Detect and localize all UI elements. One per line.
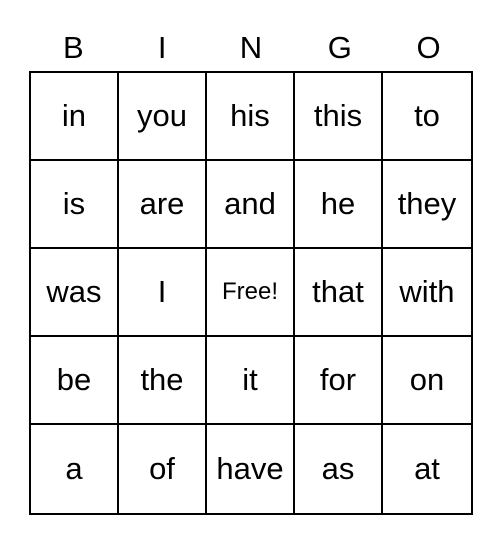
header-letter-i: I (157, 30, 167, 65)
bingo-cell: was (31, 249, 119, 337)
bingo-cell: for (295, 337, 383, 425)
bingo-cell: have (207, 425, 295, 513)
bingo-cell: be (31, 337, 119, 425)
bingo-cell: his (207, 73, 295, 161)
bingo-cell: a (31, 425, 119, 513)
bingo-cell: the (119, 337, 207, 425)
bingo-grid: in you his this to is are and he they wa… (29, 71, 473, 515)
bingo-cell: he (295, 161, 383, 249)
bingo-cell: to (383, 73, 471, 161)
header-letter-g: G (327, 30, 352, 65)
bingo-cell: at (414, 451, 440, 486)
bingo-cell: in (31, 73, 119, 161)
bingo-cell: this (295, 73, 383, 161)
bingo-cell: you (119, 73, 207, 161)
bingo-header: B I N G O (29, 28, 473, 68)
bingo-cell: I (119, 249, 207, 337)
bingo-cell: it (207, 337, 295, 425)
bingo-cell: they (383, 161, 471, 249)
bingo-cell: of (119, 425, 207, 513)
bingo-cell: and (207, 161, 295, 249)
bingo-cell: as (295, 425, 383, 513)
bingo-cell: is (31, 161, 119, 249)
header-letter-b: B (63, 30, 84, 65)
bingo-cell: on (383, 337, 471, 425)
bingo-cell: that (295, 249, 383, 337)
bingo-cell: are (119, 161, 207, 249)
header-letter-o: O (416, 30, 441, 65)
bingo-cell: with (383, 249, 471, 337)
header-letter-n: N (239, 30, 263, 65)
free-space-cell: Free! (207, 249, 295, 337)
